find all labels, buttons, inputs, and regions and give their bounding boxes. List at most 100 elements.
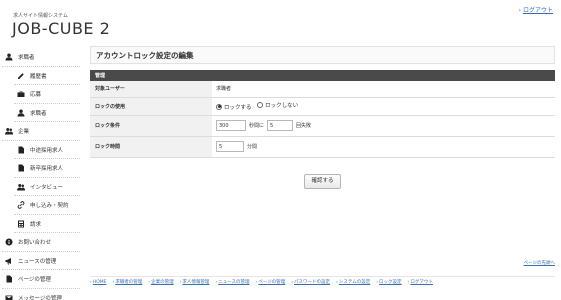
page-title: アカウントロック設定の編集 [90,46,555,64]
sidebar-item-label: お問い合わせ [18,240,52,247]
user-icon [16,108,25,117]
confirm-button[interactable]: 確認する [304,173,341,189]
footer-link-text[interactable]: ログアウト [410,280,433,285]
lock-on-radio[interactable]: ロックする [216,103,252,111]
chevron-right-icon: › [376,280,379,285]
sidebar-item[interactable]: 求職者 [0,48,80,67]
header: 求人サイト情報システム JOB-CUBE 2 › ログアウト [0,0,561,44]
fail-count-input[interactable]: 5 [267,120,294,131]
sidebar-item[interactable]: メッセージの管理 [0,289,80,300]
form-row-user: 対象ユーザー 求職者 [90,81,555,98]
sidebar-item-label: 求職者 [18,55,35,62]
footer-link-text[interactable]: 企業の管理 [151,280,174,285]
user-value: 求職者 [212,81,555,98]
sidebar-item[interactable]: 履歴書 [0,67,80,85]
sidebar-item-label: 新卒採用求人 [30,166,64,173]
footer-link[interactable]: ›ログアウト [408,280,433,285]
info-icon [4,238,13,247]
sidebar-item[interactable]: 申し込み・契約 [0,196,80,215]
sidebar-item[interactable]: インタビュー [0,178,80,196]
briefcase-icon [16,90,25,99]
users-icon [16,182,25,191]
chevron-right-icon: › [215,280,218,285]
section-header: 管理 [90,70,555,81]
sidebar-item-label: ページの管理 [18,277,51,284]
footer-link-text[interactable]: ニュースの管理 [218,280,249,285]
footer-link[interactable]: ›ロック設定 [376,280,401,285]
lock-time-label: ロック時間 [90,136,212,158]
sidebar-item[interactable]: 中途採用求人 [0,141,80,159]
sidebar-item-label: インタビュー [30,184,64,191]
lock-minutes-unit: 分間 [247,144,258,150]
footer-link-text[interactable]: ロック設定 [379,280,402,285]
button-area: 確認する [90,167,555,189]
lock-condition-cell: 300 秒間に 5 回失敗 [212,115,555,137]
chevron-right-icon: › [336,280,338,285]
form-row-lock-time: ロック時間 5 分間 [90,136,555,158]
document-icon [16,164,25,173]
sidebar-item-label: 申し込み・契約 [30,203,69,210]
link-icon [16,201,25,210]
sidebar-item[interactable]: ニュースの管理 [0,252,80,270]
settings-form: 対象ユーザー 求職者 ロックの使用 ロックする ロックしない ロック条件 300… [90,81,555,158]
page-top-link-text[interactable]: ページの先頭へ [524,261,555,266]
page-top-link[interactable]: ページの先頭へ [524,260,555,266]
logout-link-top[interactable]: › ログアウト [519,5,553,14]
sidebar-item-label: 中途採用求人 [30,147,64,154]
footer-link-text[interactable]: システムの設定 [339,280,370,285]
sidebar-item-label: ニュースの管理 [18,258,57,265]
sidebar-item[interactable]: 企業 [0,122,80,141]
footer-link-text[interactable]: ページの管理 [258,280,285,285]
footer-link[interactable]: ›ニュースの管理 [215,280,249,285]
chevron-right-icon: › [148,280,151,285]
radio-unchecked-icon [257,102,264,109]
user-icon [4,53,13,62]
sidebar-item-label: 応募 [30,92,42,99]
lock-on-label: ロックする [224,104,252,111]
footer-link[interactable]: ›ページの管理 [256,280,286,285]
footer-nav: ›HOME ›求職者の管理 ›企業の管理 ›求人情報管理 ›ニュースの管理 ›ページの管理… [90,276,555,285]
sidebar: 求職者 履歴書 応募 求職者 企業 中途採用求人 新卒採用求人 インタビュー 申し込み・契約 請求… [0,48,80,300]
footer-link-text[interactable]: HOME [93,280,107,285]
megaphone-icon [4,256,13,265]
footer-link-text[interactable]: パスワードの設定 [294,280,330,285]
lock-time-cell: 5 分間 [212,136,555,158]
sidebar-item[interactable]: ページの管理 [0,270,80,289]
seconds-input[interactable]: 300 [216,120,246,131]
app-logo[interactable]: JOB-CUBE 2 [12,19,110,38]
pencil-icon [16,71,25,80]
sidebar-item[interactable]: 新卒採用求人 [0,159,80,178]
form-row-lock-condition: ロック条件 300 秒間に 5 回失敗 [90,115,555,137]
sidebar-item-label: 求職者 [30,110,47,117]
lock-off-label: ロックしない [265,103,299,110]
lock-off-radio[interactable]: ロックしない [257,101,298,109]
chevron-right-icon: › [518,7,521,14]
users-icon [4,127,13,136]
sidebar-item[interactable]: 請求 [0,215,80,233]
sidebar-item[interactable]: お問い合わせ [0,233,80,252]
footer-link-text[interactable]: 求人情報管理 [182,280,209,285]
footer-link[interactable]: ›求職者の管理 [112,280,142,285]
lock-use-cell: ロックする ロックしない [212,97,555,116]
footer-link[interactable]: ›企業の管理 [148,280,173,285]
sidebar-item[interactable]: 応募 [0,85,80,104]
footer-link-text[interactable]: 求職者の管理 [115,280,142,285]
fail-count-unit: 回失敗 [296,123,312,129]
chevron-right-icon: › [90,280,92,285]
document-icon [16,145,25,154]
chevron-right-icon: › [291,280,294,285]
main-content: アカウントロック設定の編集 管理 対象ユーザー 求職者 ロックの使用 ロックする… [90,46,555,189]
radio-checked-icon [216,103,222,110]
lock-condition-label: ロック条件 [90,115,212,137]
lock-minutes-input[interactable]: 5 [216,141,244,152]
footer-link[interactable]: ›HOME [90,280,106,285]
form-row-lock-use: ロックの使用 ロックする ロックしない [90,97,555,116]
footer-link[interactable]: ›パスワードの設定 [291,280,330,285]
sidebar-item-label: メッセージの管理 [18,295,62,300]
logout-link-text[interactable]: ログアウト [523,7,553,14]
sidebar-item[interactable]: 求職者 [0,104,80,122]
lock-use-label: ロックの使用 [90,97,212,116]
footer-link[interactable]: ›システムの設定 [336,280,370,285]
footer-link[interactable]: ›求人情報管理 [180,280,210,285]
sidebar-item-label: 履歴書 [30,73,47,80]
